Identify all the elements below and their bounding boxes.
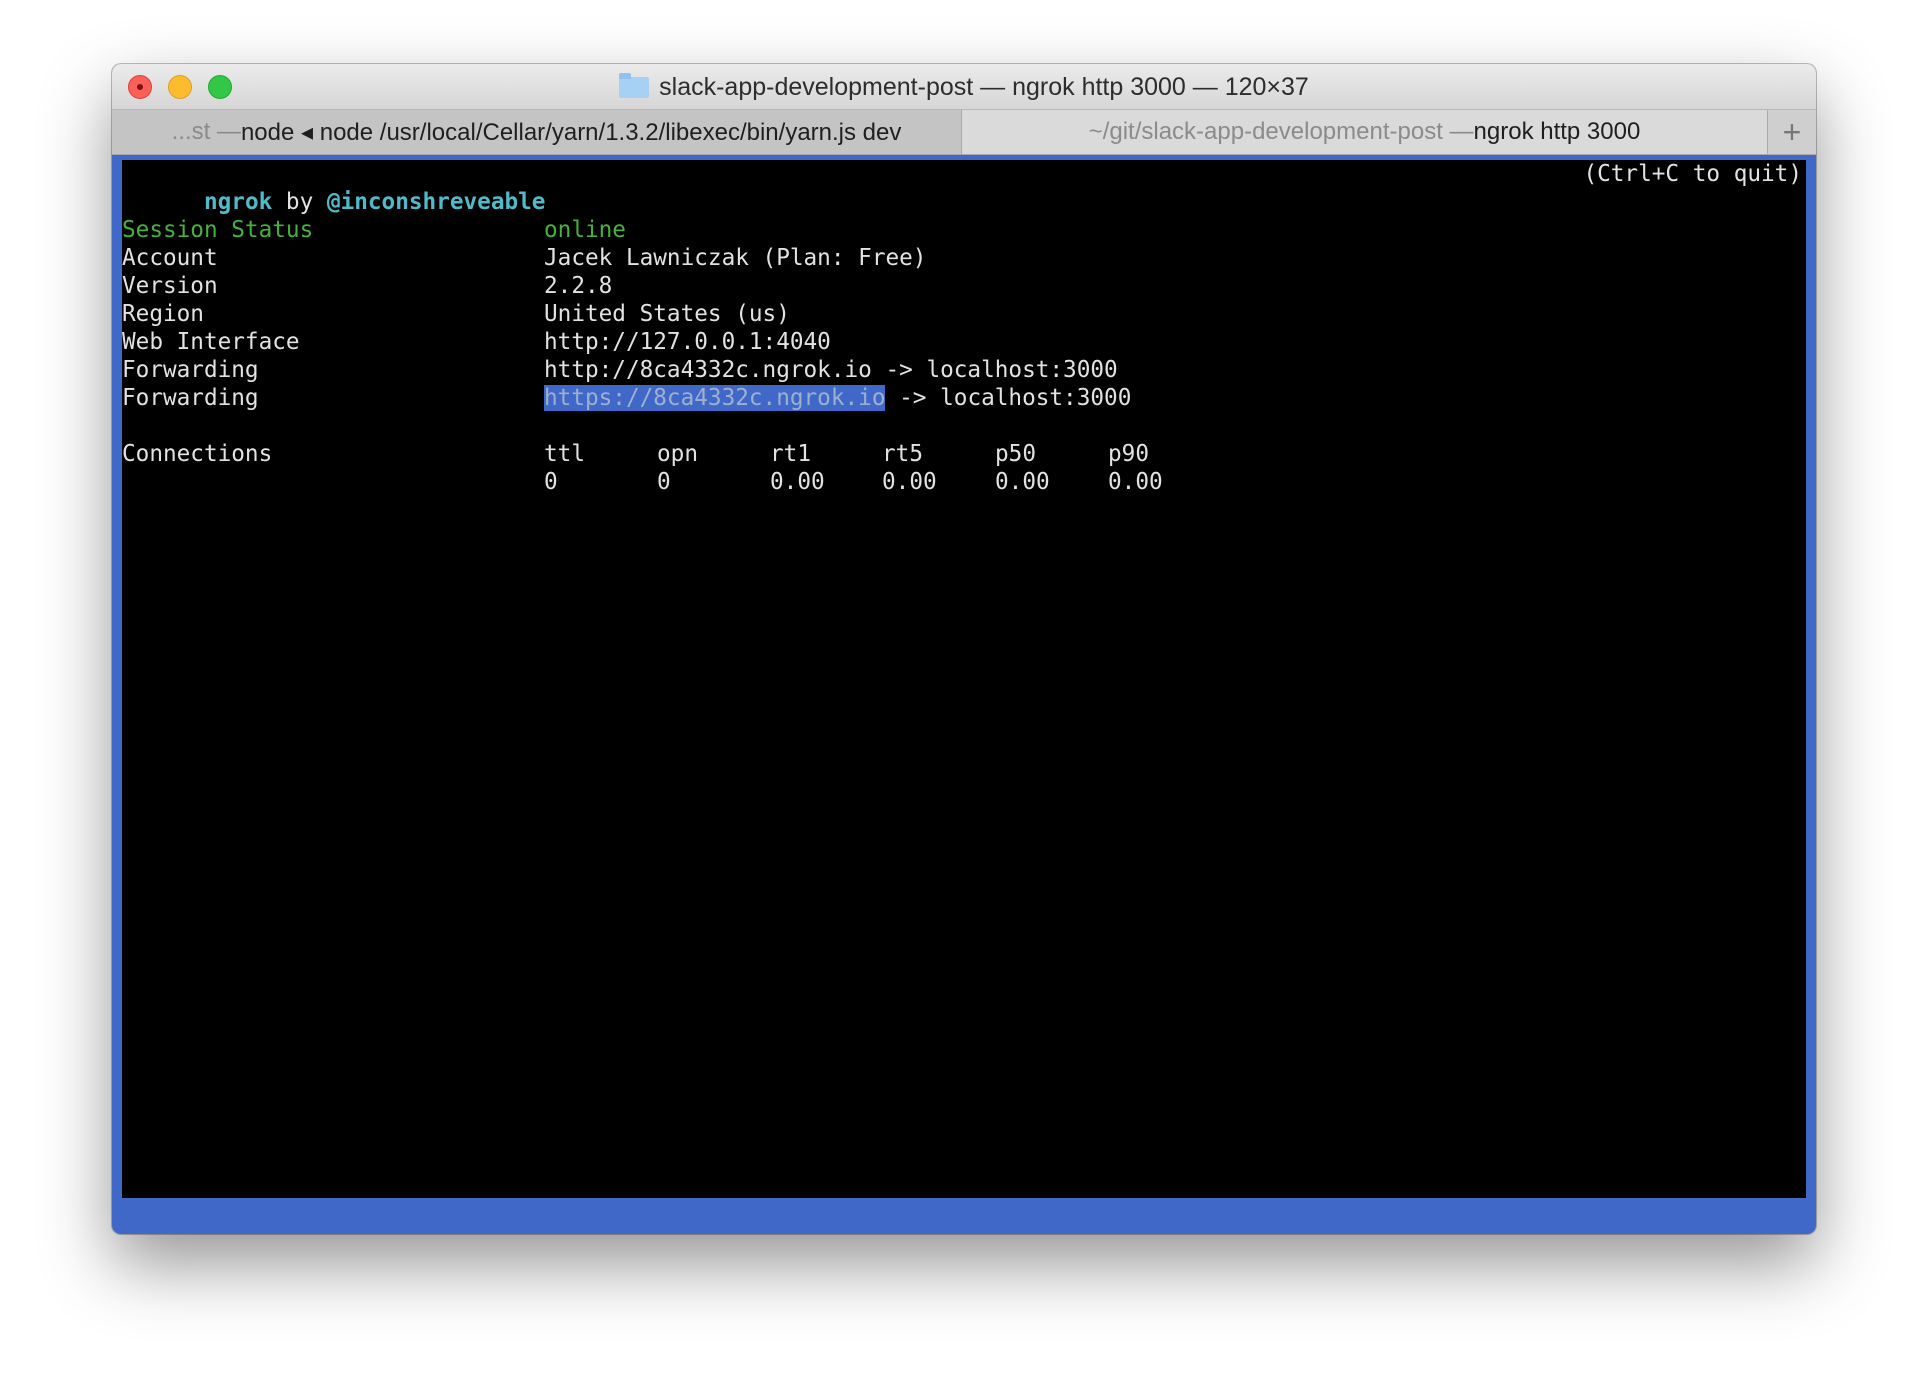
session-status-value: online [544, 217, 626, 243]
conn-header-rt5: rt5 [882, 441, 923, 467]
conn-header-p90: p90 [1108, 441, 1149, 467]
terminal-output[interactable]: ngrok by @inconshreveable (Ctrl+C to qui… [122, 160, 1806, 1198]
connections-values-row: 0 0 0.00 0.00 0.00 0.00 [122, 468, 1806, 496]
tab-node-prefix: ...st — [171, 118, 241, 145]
conn-value-rt5: 0.00 [882, 469, 937, 495]
field-label: Web Interface [122, 329, 300, 355]
new-tab-button[interactable]: + [1768, 110, 1816, 154]
author-name: @inconshreveable [326, 189, 546, 215]
connections-header-row: Connections ttl opn rt1 rt5 p50 p90 [122, 440, 1806, 468]
field-row-forwarding-http: Forwarding http://8ca4332c.ngrok.io -> l… [122, 356, 1806, 384]
field-row-forwarding-https: Forwarding https://8ca4332c.ngrok.io -> … [122, 384, 1806, 412]
field-label: Version [122, 273, 218, 299]
field-label: Forwarding [122, 385, 259, 411]
conn-value-ttl: 0 [544, 469, 558, 495]
field-value: United States (us) [544, 301, 790, 327]
by-text: by [272, 189, 327, 215]
window-title: slack-app-development-post — ngrok http … [112, 64, 1816, 110]
tab-node[interactable]: ...st — node ◂ node /usr/local/Cellar/ya… [112, 110, 962, 154]
conn-header-rt1: rt1 [770, 441, 811, 467]
tab-ngrok[interactable]: ~/git/slack-app-development-post — ngrok… [962, 110, 1768, 154]
tab-bar: ...st — node ◂ node /usr/local/Cellar/ya… [112, 110, 1816, 155]
conn-header-opn: opn [657, 441, 698, 467]
field-value: http://8ca4332c.ngrok.io -> localhost:30… [544, 357, 1118, 383]
field-row-version: Version 2.2.8 [122, 272, 1806, 300]
forwarding-target: -> localhost:3000 [885, 385, 1132, 411]
field-row-account: Account Jacek Lawniczak (Plan: Free) [122, 244, 1806, 272]
conn-value-opn: 0 [657, 469, 671, 495]
field-row-web-interface: Web Interface http://127.0.0.1:4040 [122, 328, 1806, 356]
tab-ngrok-label: ngrok http 3000 [1473, 118, 1641, 145]
tab-node-label: node ◂ node /usr/local/Cellar/yarn/1.3.2… [240, 118, 902, 146]
selected-https-url[interactable]: https://8ca4332c.ngrok.io [544, 385, 886, 411]
conn-header-p50: p50 [995, 441, 1036, 467]
plus-icon: + [1782, 113, 1802, 150]
conn-value-rt1: 0.00 [770, 469, 825, 495]
field-label: Forwarding [122, 357, 259, 383]
connections-label: Connections [122, 441, 273, 467]
session-status-row: Session Status online [122, 216, 1806, 244]
field-value: 2.2.8 [544, 273, 613, 299]
quit-hint: (Ctrl+C to quit) [1583, 161, 1802, 187]
title-bar[interactable]: slack-app-development-post — ngrok http … [112, 64, 1816, 110]
window-title-text: slack-app-development-post — ngrok http … [659, 72, 1309, 101]
app-name: ngrok [203, 189, 273, 215]
field-label: Account [122, 245, 218, 271]
terminal-window: slack-app-development-post — ngrok http … [112, 64, 1816, 1234]
field-value: http://127.0.0.1:4040 [544, 329, 831, 355]
folder-icon [619, 72, 650, 98]
conn-header-ttl: ttl [544, 441, 585, 467]
field-label: Region [122, 301, 204, 327]
conn-value-p90: 0.00 [1108, 469, 1163, 495]
field-row-region: Region United States (us) [122, 300, 1806, 328]
tab-ngrok-prefix: ~/git/slack-app-development-post — [1088, 118, 1474, 145]
session-status-label: Session Status [122, 217, 314, 243]
field-value: Jacek Lawniczak (Plan: Free) [544, 245, 927, 271]
conn-value-p50: 0.00 [995, 469, 1050, 495]
ngrok-header-line: ngrok by @inconshreveable (Ctrl+C to qui… [122, 160, 1806, 215]
